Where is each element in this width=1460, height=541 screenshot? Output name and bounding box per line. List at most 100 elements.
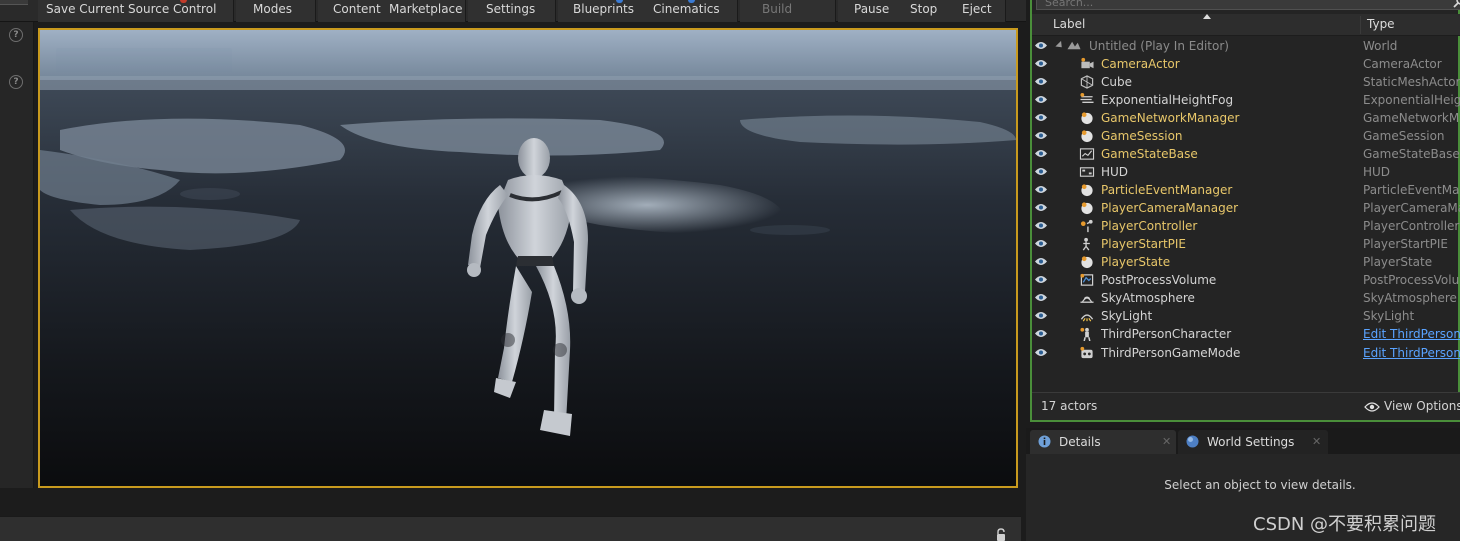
outliner-row[interactable]: ThirdPersonGameMode Edit ThirdPersonGameM…	[1032, 344, 1460, 363]
world-outliner: Label Type Untitled (Play In Editor) Worl…	[1030, 0, 1460, 422]
visibility-eye-icon[interactable]	[1034, 77, 1048, 86]
blueprints-button[interactable]: Blueprints	[573, 2, 634, 16]
actor-label: PlayerState	[1101, 255, 1171, 269]
outliner-world-row[interactable]: Untitled (Play In Editor) World	[1032, 37, 1460, 55]
controller-icon	[1080, 219, 1093, 233]
level-viewport[interactable]	[38, 28, 1018, 488]
visibility-eye-icon[interactable]	[1034, 167, 1048, 176]
search-input[interactable]	[1041, 0, 1437, 8]
stop-button[interactable]: Stop	[910, 2, 937, 16]
sphere-icon	[1081, 256, 1093, 269]
outliner-row[interactable]: SkyAtmosphere SkyAtmosphere	[1032, 289, 1460, 307]
edit-blueprint-link[interactable]: Edit ThirdPersonGameMode	[1363, 346, 1460, 360]
visibility-eye-icon[interactable]	[1034, 329, 1048, 338]
outliner-row[interactable]: SkyLight SkyLight	[1032, 307, 1460, 325]
camera-icon	[1081, 57, 1094, 69]
tab-details-label: Details	[1059, 435, 1101, 449]
outliner-rows: Untitled (Play In Editor) World CameraActo…	[1032, 37, 1460, 363]
outliner-row[interactable]: ExponentialHeightFog ExponentialHeightFog	[1032, 91, 1460, 109]
outliner-row[interactable]: ThirdPersonCharacter Edit ThirdPersonChar…	[1032, 325, 1460, 344]
hud-icon	[1079, 167, 1095, 177]
visibility-eye-icon[interactable]	[1034, 149, 1048, 158]
settings-button[interactable]: Settings	[486, 2, 535, 16]
actor-label: PlayerCameraManager	[1101, 201, 1239, 215]
actor-type: ParticleEventManager	[1363, 183, 1460, 197]
toolbar-corner	[0, 0, 28, 5]
lock-icon[interactable]	[995, 528, 1007, 541]
label-column-header[interactable]: Label	[1053, 17, 1085, 31]
outliner-row[interactable]: PostProcessVolume PostProcessVolume	[1032, 271, 1460, 289]
outliner-row[interactable]: PlayerState PlayerState	[1032, 253, 1460, 271]
visibility-eye-icon[interactable]	[1034, 95, 1048, 104]
outliner-row[interactable]: HUD HUD	[1032, 163, 1460, 181]
outliner-row[interactable]: PlayerStartPIE PlayerStartPIE	[1032, 235, 1460, 253]
visibility-eye-icon[interactable]	[1034, 275, 1048, 284]
world-icon	[1067, 41, 1081, 50]
visibility-eye-icon[interactable]	[1034, 257, 1048, 266]
actor-label: GameStateBase	[1101, 147, 1198, 161]
expand-arrow-icon[interactable]	[1055, 40, 1065, 51]
eye-icon	[1364, 402, 1380, 412]
sphere-icon	[1081, 112, 1093, 125]
outliner-row[interactable]: ParticleEventManager ParticleEventManager	[1032, 181, 1460, 199]
marketplace-button[interactable]: Marketplace	[389, 2, 463, 16]
visibility-eye-icon[interactable]	[1034, 59, 1048, 68]
sphere-icon	[1081, 130, 1093, 143]
eject-button[interactable]: Eject	[962, 2, 992, 16]
outliner-row[interactable]: PlayerController PlayerController	[1032, 217, 1460, 235]
content-button[interactable]: Content	[333, 2, 381, 16]
visibility-eye-icon[interactable]	[1034, 311, 1048, 320]
outliner-row[interactable]: CameraActor CameraActor	[1032, 55, 1460, 73]
actor-label: GameNetworkManager	[1101, 111, 1240, 125]
close-icon[interactable]: ✕	[1312, 435, 1321, 448]
help-icon[interactable]: ?	[9, 28, 23, 42]
view-options-button[interactable]: View Options	[1364, 399, 1460, 413]
column-divider[interactable]	[1360, 16, 1361, 34]
visibility-eye-icon[interactable]	[1034, 221, 1048, 230]
visibility-eye-icon[interactable]	[1034, 113, 1048, 122]
outliner-row[interactable]: GameNetworkManager GameNetworkManager	[1032, 109, 1460, 127]
search-icon[interactable]	[1453, 0, 1460, 8]
status-bar	[0, 516, 1021, 541]
help-icon[interactable]: ?	[9, 75, 23, 89]
actor-label: ExponentialHeightFog	[1101, 93, 1234, 107]
globe-icon	[1186, 435, 1199, 448]
watermark: CSDN @不要积累问题	[1253, 514, 1437, 535]
visibility-eye-icon[interactable]	[1034, 239, 1048, 248]
build-button[interactable]: Build	[762, 2, 792, 16]
cinematics-button[interactable]: Cinematics	[653, 2, 720, 16]
visibility-eye-icon[interactable]	[1034, 185, 1048, 194]
view-options-label: View Options	[1384, 399, 1460, 413]
left-tool-strip: ? ?	[0, 22, 34, 488]
actor-type: GameNetworkManager	[1363, 111, 1460, 125]
actor-type: PostProcessVolume	[1363, 273, 1460, 287]
outliner-row[interactable]: Cube StaticMeshActor	[1032, 73, 1460, 91]
outliner-row[interactable]: PlayerCameraManager PlayerCameraManager	[1032, 199, 1460, 217]
actor-label: Cube	[1101, 75, 1132, 89]
edit-blueprint-link[interactable]: Edit ThirdPersonCharacter	[1363, 327, 1460, 341]
actor-type: GameSession	[1363, 129, 1445, 143]
type-column-header[interactable]: Type	[1367, 17, 1395, 31]
outliner-row[interactable]: GameStateBase GameStateBase	[1032, 145, 1460, 163]
save-current-button[interactable]: Save Current	[46, 2, 124, 16]
visibility-eye-icon[interactable]	[1034, 348, 1048, 357]
tab-world-settings[interactable]: World Settings ✕	[1178, 430, 1328, 454]
game-state-icon	[1079, 148, 1095, 160]
modes-button[interactable]: Modes	[253, 2, 292, 16]
actor-type: PlayerState	[1363, 255, 1433, 269]
search-box	[1036, 0, 1460, 10]
visibility-eye-icon[interactable]	[1034, 131, 1048, 140]
visibility-eye-icon[interactable]	[1034, 203, 1048, 212]
tab-details[interactable]: Details ✕	[1030, 430, 1176, 454]
actor-label: PlayerStartPIE	[1101, 237, 1187, 251]
outliner-row[interactable]: GameSession GameSession	[1032, 127, 1460, 145]
post-process-icon	[1080, 273, 1094, 286]
sort-ascending-icon[interactable]	[1203, 14, 1211, 19]
close-icon[interactable]: ✕	[1162, 435, 1171, 448]
source-control-button[interactable]: Source Control	[128, 2, 216, 16]
visibility-eye-icon[interactable]	[1034, 293, 1048, 302]
visibility-eye-icon[interactable]	[1034, 41, 1048, 50]
pause-button[interactable]: Pause	[854, 2, 889, 16]
viewport-overlay-panel	[56, 48, 232, 72]
game-mode-icon	[1080, 346, 1093, 359]
